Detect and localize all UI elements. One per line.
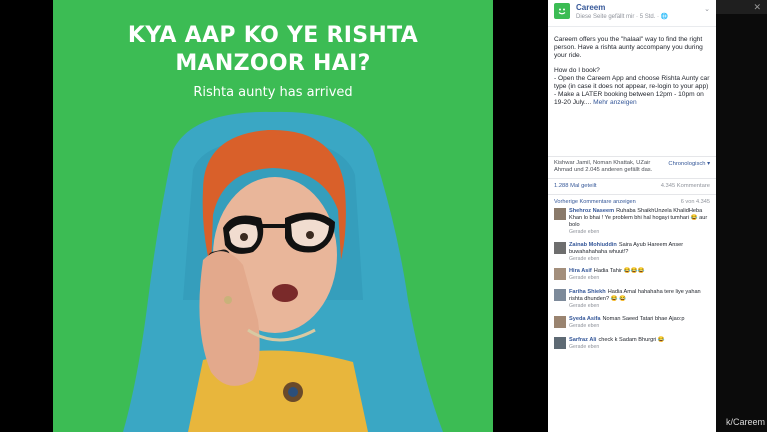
comment-counter: 6 von 4.345 [680, 199, 710, 205]
commenter-name[interactable]: Syeda Asifa [569, 316, 601, 322]
avatar[interactable] [554, 289, 566, 301]
avatar[interactable] [554, 268, 566, 280]
sort-dropdown[interactable]: Chronologisch ▾ [668, 161, 710, 167]
ad-image: KYA AAP KO YE RISHTA MANZOOR HAI? Rishta… [53, 0, 493, 432]
comment-text: Noman Saeed Tatari bhae Ajao:p [602, 316, 685, 322]
comment-time[interactable]: Gerade eben [569, 229, 709, 236]
headline-line-1: KYA AAP KO YE RISHTA [127, 23, 419, 48]
avatar[interactable] [554, 242, 566, 254]
comment-text: check k Sadam Bhurgri 😂 [598, 337, 665, 343]
comments-count[interactable]: 4.345 Kommentare [661, 183, 710, 189]
headline-line-2: MANZOOR HAI? [175, 51, 371, 76]
post-text: Careem offers you the "halaal" way to fi… [554, 36, 712, 114]
avatar[interactable] [554, 316, 566, 328]
commenter-name[interactable]: Shehroz Naseem [569, 208, 614, 214]
avatar[interactable] [554, 337, 566, 349]
comment-time[interactable]: Gerade eben [569, 256, 709, 263]
comment-time[interactable]: Gerade eben [569, 275, 709, 282]
comment-time[interactable]: Gerade eben [569, 323, 709, 330]
instruction-1: - Open the Careem App and choose Rishta … [554, 74, 710, 91]
close-icon[interactable]: ✕ [753, 2, 761, 13]
how-to-book-title: How do I book? [554, 66, 600, 74]
facebook-post-panel: Careem Diese Seite gefällt mir · 5 Std. … [548, 0, 716, 432]
photo-credit: k/Careem [725, 417, 765, 427]
ad-headline: KYA AAP KO YE RISHTA MANZOOR HAI? [53, 22, 493, 78]
page-name-link[interactable]: Careem [576, 3, 605, 12]
commenter-name[interactable]: Zainab Mohiuddin [569, 242, 617, 248]
window-topbar: ✕ [716, 0, 767, 14]
commenter-name[interactable]: Sarfraz Ali [569, 337, 596, 343]
careem-logo-icon[interactable] [554, 3, 570, 19]
commenter-name[interactable]: Fariha Shiekh [569, 289, 606, 295]
commenter-name[interactable]: Hira Asif [569, 268, 592, 274]
viewer-side-strip: ✕ [716, 0, 767, 432]
post-paragraph-2: How do I book? - Open the Careem App and… [554, 67, 712, 108]
divider [548, 178, 716, 179]
post-meta: Diese Seite gefällt mir · 5 Std. · 🌐 [576, 14, 669, 20]
likes-summary[interactable]: Kishwar Jamil, Noman Khattak, UZair Ahma… [554, 160, 664, 175]
post-header: Careem Diese Seite gefällt mir · 5 Std. … [548, 0, 716, 27]
see-more-link[interactable]: Mehr anzeigen [593, 99, 637, 106]
avatar[interactable] [554, 208, 566, 220]
post-paragraph-1: Careem offers you the "halaal" way to fi… [554, 36, 703, 60]
shares-count[interactable]: 1.288 Mal geteilt [554, 183, 597, 189]
divider [548, 156, 716, 157]
divider [548, 194, 716, 195]
chevron-down-icon[interactable]: ⌄ [704, 5, 710, 13]
comment-text: Hadia Tahir 😂😂😂 [593, 268, 645, 274]
ad-subtitle: Rishta aunty has arrived [193, 85, 353, 100]
comment-time[interactable]: Gerade eben [569, 344, 709, 351]
previous-comments-link[interactable]: Vorherige Kommentare anzeigen [554, 199, 636, 205]
comment-time[interactable]: Gerade eben [569, 303, 709, 310]
